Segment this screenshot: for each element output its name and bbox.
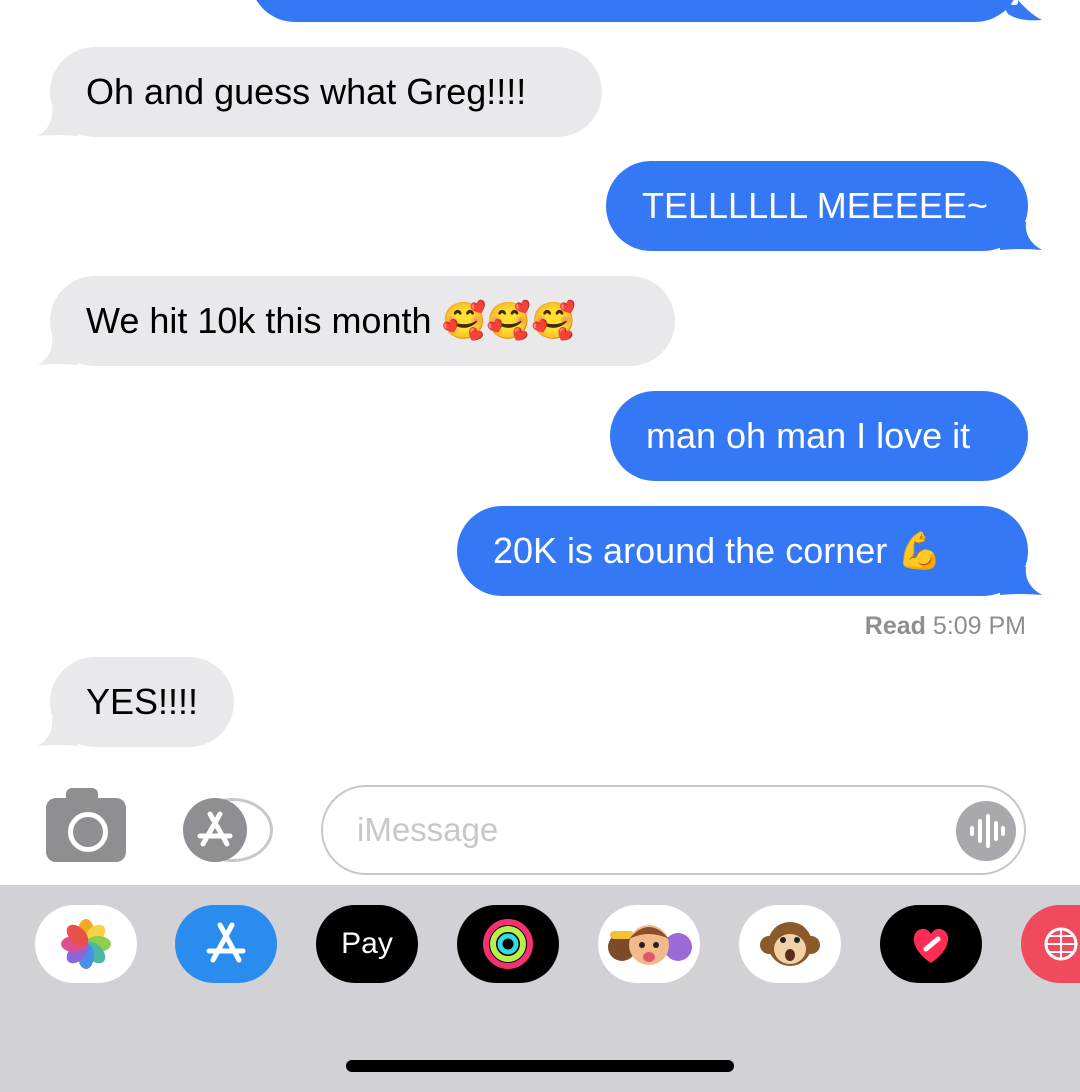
camera-lens <box>68 812 108 852</box>
app-store-glyph <box>206 922 246 963</box>
bubble-tail <box>38 108 78 136</box>
imessage-input[interactable]: iMessage <box>321 785 1026 875</box>
activity-rings-icon[interactable] <box>457 905 559 983</box>
apple-pay-icon[interactable]: Pay <box>316 905 418 983</box>
app-store-glyph <box>197 811 233 847</box>
digital-touch-heart-icon[interactable] <box>880 905 982 983</box>
photos-icon[interactable] <box>35 905 137 983</box>
imessage-placeholder: iMessage <box>357 811 499 848</box>
heart-glyph <box>913 928 949 963</box>
message-bubble-outgoing[interactable]: man oh man I love it <box>610 391 1028 481</box>
home-indicator[interactable] <box>346 1060 734 1072</box>
message-bubble-partial[interactable] <box>250 0 1020 22</box>
message-thread: Oh and guess what Greg!!!! TELLLLLL MEEE… <box>0 0 1080 785</box>
waveform-icon <box>970 814 1005 848</box>
app-store-icon[interactable] <box>175 905 277 983</box>
memoji-icon[interactable] <box>598 905 700 983</box>
message-bubble-outgoing[interactable]: 20K is around the corner 💪 <box>457 506 1028 596</box>
memoji-faces <box>608 925 692 965</box>
bubble-tail <box>1000 222 1042 250</box>
camera-icon[interactable] <box>46 788 126 862</box>
message-bubble-incoming[interactable]: We hit 10k this month 🥰🥰🥰 <box>50 276 675 366</box>
activity-rings <box>483 919 533 969</box>
read-label: Read <box>864 612 926 640</box>
message-bubble-incoming[interactable]: Oh and guess what Greg!!!! <box>50 47 602 137</box>
message-bubble-outgoing[interactable]: TELLLLLL MEEEEE~ <box>606 161 1028 251</box>
apple-pay-label: Pay <box>341 927 393 960</box>
camera-bump <box>66 788 98 802</box>
monkey-animoji-icon[interactable] <box>739 905 841 983</box>
monkey-face <box>760 922 820 966</box>
photos-flower <box>61 919 111 969</box>
app-store-icon[interactable] <box>183 798 247 862</box>
read-receipt: Read 5:09 PM <box>865 612 1026 641</box>
bubble-tail <box>1000 0 1042 21</box>
bubble-tail <box>38 718 78 746</box>
read-time: 5:09 PM <box>932 612 1026 640</box>
audio-message-icon[interactable] <box>956 801 1016 861</box>
bubble-tail <box>38 337 78 365</box>
bubble-tail <box>1000 567 1042 595</box>
